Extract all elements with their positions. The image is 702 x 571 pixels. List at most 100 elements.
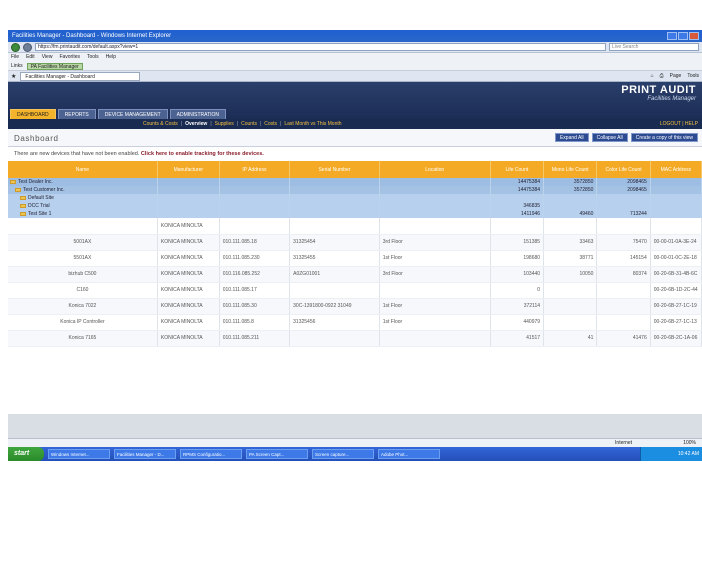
group-life-count: 14475384 — [490, 178, 545, 186]
cell-life: 372114 — [490, 298, 545, 315]
folder-icon[interactable] — [20, 203, 26, 208]
maximize-icon[interactable] — [678, 32, 688, 40]
group-life-count: 1411946 — [490, 210, 545, 218]
taskbar-item[interactable]: Screen capture... — [312, 449, 374, 459]
start-button[interactable]: start — [8, 447, 44, 461]
cell-ip: 010.111.085.230 — [219, 250, 291, 267]
search-input[interactable]: Live Search — [609, 43, 699, 51]
table-row[interactable]: 5501AX KONICA MINOLTA 010.111.085.230 31325… — [8, 250, 702, 267]
browser-tab[interactable]: Facilities Manager - Dashboard — [20, 71, 141, 81]
collapse-all-button[interactable]: Collapse All — [591, 133, 628, 142]
table-row[interactable]: C160 KONICA MINOLTA 010.111.085.17 0 00-20-6… — [8, 282, 702, 299]
cell-loc: 1st Floor — [379, 314, 491, 331]
col-manufacturer[interactable]: Manufacturer — [157, 161, 220, 178]
cell-serial: A0ZG01001 — [289, 266, 380, 283]
minimize-icon[interactable] — [667, 32, 677, 40]
tab-dashboard[interactable]: DASHBOARD — [10, 109, 56, 119]
group-row[interactable]: Test Site 1 1411946 49460 713244 — [8, 210, 702, 218]
col-mono-life-count[interactable]: Mono Life Count — [543, 161, 598, 178]
menu-file[interactable]: File — [11, 53, 19, 62]
group-color-count: 713244 — [596, 210, 651, 218]
taskbar-item[interactable]: PA Screen Capt... — [246, 449, 308, 459]
window-title: Facilities Manager - Dashboard - Windows… — [12, 33, 172, 39]
table-row[interactable]: Konica 7022 KONICA MINOLTA 010.111.085.30 3… — [8, 298, 702, 315]
taskbar-item[interactable]: Windows Internet... — [48, 449, 110, 459]
cell-name[interactable]: bizhub C500 — [8, 266, 158, 283]
group-name: DCC Trial — [28, 203, 50, 209]
menu-help[interactable]: Help — [106, 53, 116, 62]
cell-name[interactable]: 5501AX — [8, 250, 158, 267]
table-row[interactable]: 5001AX KONICA MINOLTA 010.111.085.18 313254… — [8, 234, 702, 251]
menu-view[interactable]: View — [42, 53, 53, 62]
tools-menu[interactable]: Tools — [687, 73, 699, 79]
folder-icon[interactable] — [20, 195, 26, 200]
group-color-count — [596, 202, 651, 210]
tab-device-management[interactable]: DEVICE MANAGEMENT — [97, 109, 168, 119]
subnav-counts[interactable]: Counts — [241, 119, 257, 129]
table-row[interactable]: bizhub C500 KONICA MINOLTA 010.116.085.252… — [8, 266, 702, 283]
address-input[interactable]: https://fm.printaudit.com/default.aspx?v… — [35, 43, 606, 51]
col-ip-address[interactable]: IP Address — [219, 161, 291, 178]
group-life-count: 14475384 — [490, 186, 545, 194]
copy-view-button[interactable]: Create a copy of this view — [630, 133, 698, 142]
folder-icon[interactable] — [15, 187, 21, 192]
expand-all-button[interactable]: Expand All — [554, 133, 589, 142]
cell-mono — [543, 218, 598, 235]
cell-loc — [379, 282, 491, 299]
menu-favorites[interactable]: Favorites — [59, 53, 80, 62]
subnav-counts-costs[interactable]: Counts & Costs — [143, 119, 178, 129]
col-life-count[interactable]: Life Count — [490, 161, 545, 178]
menu-tools[interactable]: Tools — [87, 53, 99, 62]
cell-life: 103440 — [490, 266, 545, 283]
group-name: Test Dealer Inc. — [18, 179, 53, 185]
folder-icon[interactable] — [10, 179, 16, 184]
command-bar: ⌂ ⎙ Page Tools — [651, 73, 699, 79]
group-row[interactable]: DCC Trial 346835 — [8, 202, 702, 210]
cell-mono: 41 — [543, 330, 598, 347]
cell-mono: 38771 — [543, 250, 598, 267]
cell-name[interactable]: Konica 7022 — [8, 298, 158, 315]
taskbar-item[interactable]: RPMS Configuratio... — [180, 449, 242, 459]
cell-name[interactable]: Konica IP Controller — [8, 314, 158, 331]
col-name[interactable]: Name — [8, 161, 158, 178]
home-icon[interactable]: ⌂ — [651, 73, 654, 79]
cell-maker: KONICA MINOLTA — [157, 298, 220, 315]
logout-help-links[interactable]: LOGOUT | HELP — [660, 119, 698, 129]
tab-administration[interactable]: ADMINISTRATION — [169, 109, 227, 119]
group-row[interactable]: Test Customer Inc. 14475384 3572850 2098465 — [8, 186, 702, 194]
cell-name[interactable]: Konica 7165 — [8, 330, 158, 347]
cell-color — [596, 218, 651, 235]
taskbar-item[interactable]: Adobe Phot... — [378, 449, 440, 459]
zoom-level[interactable]: 100% — [683, 439, 696, 447]
subnav-last-month[interactable]: Last Month vs This Month — [284, 119, 341, 129]
favorite-link[interactable]: PA Facilities Manager — [26, 62, 83, 70]
cell-name[interactable] — [8, 218, 158, 235]
col-location[interactable]: Location — [379, 161, 491, 178]
cell-name[interactable]: C160 — [8, 282, 158, 299]
menu-edit[interactable]: Edit — [26, 53, 35, 62]
group-row[interactable]: Default Site — [8, 194, 702, 202]
group-row[interactable]: Test Dealer Inc. 14475384 3572850 2098465 — [8, 178, 702, 186]
subnav-costs[interactable]: Costs — [264, 119, 277, 129]
close-icon[interactable] — [689, 32, 699, 40]
subnav-supplies[interactable]: Supplies — [215, 119, 234, 129]
col-serial-number[interactable]: Serial Number — [289, 161, 380, 178]
subnav-overview[interactable]: Overview — [185, 119, 207, 129]
print-icon[interactable]: ⎙ — [660, 73, 664, 79]
col-color-life-count[interactable]: Color Life Count — [596, 161, 651, 178]
enable-tracking-link[interactable]: Click here to enable tracking for these … — [141, 151, 264, 157]
taskbar-item[interactable]: Facilities Manager - D... — [114, 449, 176, 459]
back-icon[interactable] — [11, 42, 20, 52]
page-menu[interactable]: Page — [670, 73, 682, 79]
folder-icon[interactable] — [20, 211, 26, 216]
table-row[interactable]: Konica 7165 KONICA MINOLTA 010.111.085.211… — [8, 330, 702, 347]
group-color-count: 2098465 — [596, 178, 651, 186]
table-row[interactable]: Konica IP Controller KONICA MINOLTA 010.11… — [8, 314, 702, 331]
group-empty-cell — [219, 202, 291, 210]
forward-icon[interactable] — [23, 42, 32, 52]
favorites-star-icon[interactable]: ★ — [11, 73, 16, 80]
tab-reports[interactable]: REPORTS — [57, 109, 96, 119]
col-mac-address[interactable]: MAC Address — [650, 161, 702, 178]
table-row[interactable]: KONICA MINOLTA — [8, 218, 702, 235]
cell-name[interactable]: 5001AX — [8, 234, 158, 251]
